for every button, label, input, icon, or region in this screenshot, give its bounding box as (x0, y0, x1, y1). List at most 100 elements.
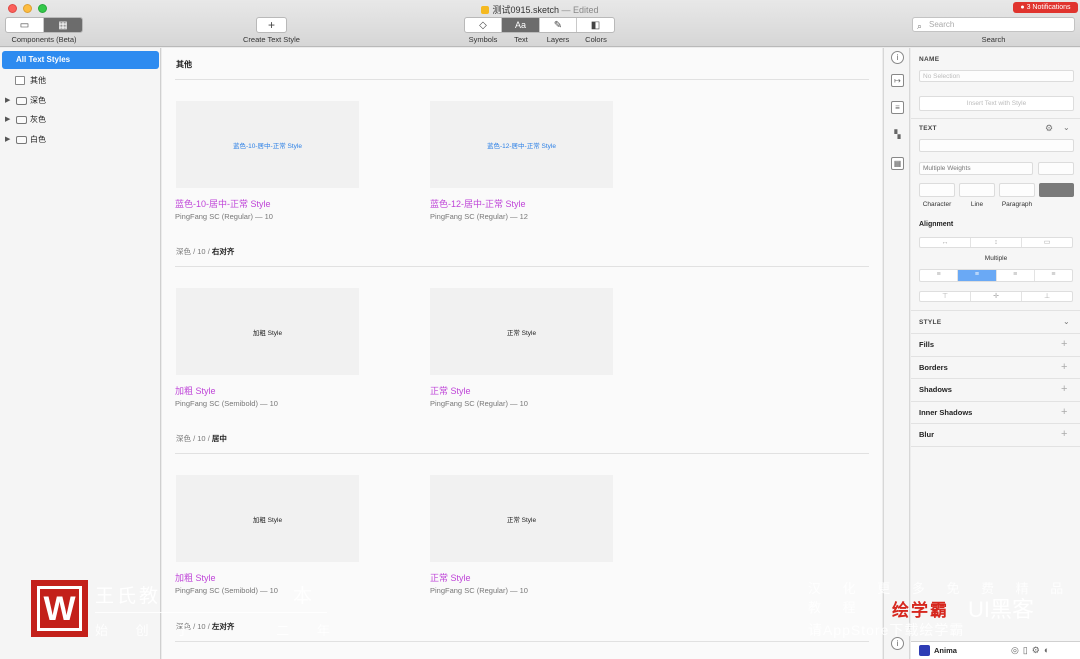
inspector-divider (911, 378, 1080, 379)
chevron-down-icon[interactable]: ⌄ (1063, 123, 1070, 132)
text-style-meta: PingFang SC (Regular) — 10 (430, 399, 528, 408)
text-style-name[interactable]: 蓝色-12-居中-正常 Style (430, 197, 526, 210)
style-header: STYLE (919, 319, 942, 326)
borders-row: Borders (919, 363, 948, 372)
add-inner-shadow-button[interactable]: + (1061, 406, 1067, 418)
inspector-panel: NAME No Selection Insert Text with Style… (911, 48, 1080, 659)
export-icon[interactable]: ↦ (891, 74, 904, 87)
sidebar-item-all-text-styles[interactable]: All Text Styles (2, 51, 159, 69)
anima-logo-icon (919, 645, 930, 656)
text-style-card[interactable]: 正常 Style (430, 475, 613, 562)
info-circle-icon[interactable]: i (891, 51, 904, 64)
disclosure-triangle-icon[interactable]: ▶ (5, 93, 10, 109)
search-input[interactable]: ⌕ Search (912, 17, 1075, 32)
text-style-stack-icon (15, 76, 25, 85)
grid-view-button[interactable]: ▦ (44, 18, 82, 32)
character-spacing-field[interactable] (919, 183, 955, 197)
inspector-divider (911, 423, 1080, 424)
chevron-down-icon[interactable]: ⌄ (1063, 317, 1070, 326)
inspector-divider (911, 446, 1080, 447)
fills-row: Fills (919, 340, 935, 349)
font-weight-select[interactable]: Multiple Weights (919, 162, 1033, 175)
line-label: Line (970, 201, 984, 208)
section-divider (175, 641, 869, 642)
search-icon: ⌕ (917, 21, 923, 31)
disclosure-triangle-icon[interactable]: ▶ (5, 112, 10, 128)
plus-icon: + (267, 18, 275, 32)
style-name-field[interactable]: No Selection (919, 70, 1074, 82)
text-style-card[interactable]: 蓝色-10-居中-正常 Style (176, 101, 359, 188)
text-style-meta: PingFang SC (Regular) — 12 (430, 212, 528, 221)
section-divider (175, 79, 869, 80)
align-middle-button[interactable]: ✛ (971, 292, 1022, 301)
sidebar-item-huise[interactable]: ▶ 灰色 (0, 112, 160, 128)
paragraph-label: Paragraph (1001, 201, 1033, 208)
text-style-card[interactable]: 蓝色-12-居中-正常 Style (430, 101, 613, 188)
inspector-divider (911, 401, 1080, 402)
text-color-well[interactable] (1039, 183, 1074, 197)
insert-text-with-style-button[interactable]: Insert Text with Style (919, 96, 1074, 111)
text-style-preview: 蓝色-10-居中-正常 Style (233, 142, 302, 150)
line-height-field[interactable] (959, 183, 995, 197)
inspector-divider (911, 118, 1080, 119)
name-header: NAME (919, 56, 940, 63)
text-style-meta: PingFang SC (Semibold) — 10 (175, 399, 278, 408)
symbol-icon: ◇ (479, 19, 487, 31)
fixed-size-button[interactable]: ▭ (1022, 238, 1072, 247)
sidebar-item-baise[interactable]: ▶ 白色 (0, 132, 160, 148)
watermark-right-big: UI黑客 (968, 597, 1035, 622)
watermark-right-brand: 绘学霸 (892, 601, 949, 620)
list-view-button[interactable]: ▭ (6, 18, 44, 32)
text-style-card[interactable]: 加粗 Style (176, 475, 359, 562)
shadows-row: Shadows (919, 385, 952, 394)
table-grid-icon[interactable]: ▦ (891, 157, 904, 170)
text-style-name[interactable]: 加粗 Style (175, 384, 216, 397)
plugin-icon-strip: i ↦ ≡ ▚ ▦ i (883, 48, 910, 659)
align-top-button[interactable]: ⊤ (920, 292, 971, 301)
swatches-icon[interactable]: ▚ (891, 129, 904, 142)
add-blur-button[interactable]: + (1061, 428, 1067, 440)
align-justify-button[interactable]: ≡ (1035, 270, 1072, 281)
layout-icon[interactable]: ≡ (891, 101, 904, 114)
add-border-button[interactable]: + (1061, 361, 1067, 373)
font-size-field[interactable] (1038, 162, 1074, 175)
add-fill-button[interactable]: + (1061, 338, 1067, 350)
text-style-card[interactable]: 加粗 Style (176, 288, 359, 375)
align-left-button[interactable]: ≡ (920, 270, 959, 281)
align-center-button[interactable]: ≡ (958, 270, 997, 281)
auto-height-button[interactable]: ↕ (971, 238, 1022, 247)
inspector-divider (911, 356, 1080, 357)
add-shadow-button[interactable]: + (1061, 383, 1067, 395)
sidebar-item-qita[interactable]: 其他 (0, 73, 160, 89)
inspector-divider (911, 310, 1080, 311)
anima-label: Anima (934, 646, 957, 655)
folder-icon (16, 97, 27, 105)
inspector-divider (911, 333, 1080, 334)
color-swatch-icon: ◧ (590, 19, 601, 31)
watermark-w-mark: W (37, 586, 82, 631)
paragraph-spacing-field[interactable] (999, 183, 1035, 197)
notifications-badge[interactable]: ● 3 Notifications (1013, 2, 1078, 13)
font-family-select[interactable] (919, 139, 1074, 152)
create-text-style-button[interactable]: + (256, 17, 287, 33)
grid-view-icon: ▦ (58, 19, 68, 31)
tab-colors[interactable]: ◧ (577, 18, 614, 32)
anima-controls[interactable]: ◎▯⚙◐ (1011, 645, 1053, 656)
blur-row: Blur (919, 430, 934, 439)
align-bottom-button[interactable]: ⊥ (1022, 292, 1072, 301)
sidebar-item-shense[interactable]: ▶ 深色 (0, 93, 160, 109)
text-style-name[interactable]: 正常 Style (430, 384, 471, 397)
text-style-name[interactable]: 正常 Style (430, 571, 471, 584)
folder-icon (16, 136, 27, 144)
tab-symbols[interactable]: ◇ (465, 18, 502, 32)
disclosure-triangle-icon[interactable]: ▶ (5, 132, 10, 148)
text-style-card[interactable]: 正常 Style (430, 288, 613, 375)
anima-plugin-bar: Anima ◎▯⚙◐ (911, 641, 1080, 659)
auto-width-button[interactable]: ↔ (920, 238, 971, 247)
tab-text[interactable]: Aa (502, 18, 540, 32)
tab-layers[interactable]: ✎ (540, 18, 577, 32)
gear-icon[interactable]: ⚙ (1045, 123, 1053, 134)
vertical-alignment-segment: ⊤ ✛ ⊥ (919, 291, 1073, 302)
align-right-button[interactable]: ≡ (997, 270, 1035, 281)
text-style-name[interactable]: 蓝色-10-居中-正常 Style (175, 197, 271, 210)
